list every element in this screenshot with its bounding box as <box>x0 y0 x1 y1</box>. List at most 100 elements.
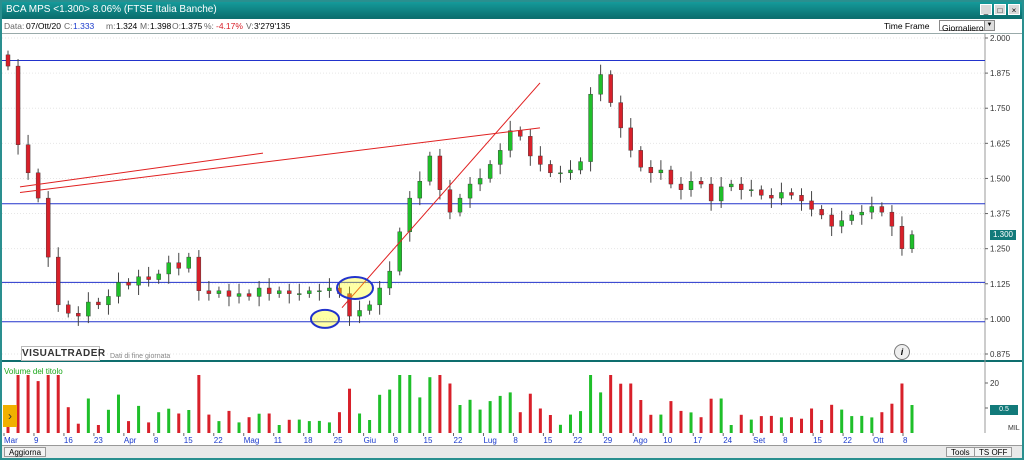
x-tick-label: 15 <box>813 436 822 445</box>
candle <box>658 169 664 174</box>
candle <box>839 220 844 227</box>
volume-bar <box>689 412 693 433</box>
volume-bar <box>739 414 743 433</box>
volume-bar <box>538 408 542 433</box>
tools-button[interactable]: Tools <box>946 447 975 457</box>
y-tick-label: 1.500 <box>990 174 1011 183</box>
volume-bar <box>287 419 291 433</box>
candle <box>186 256 192 269</box>
candle <box>698 181 704 185</box>
candle <box>317 290 322 292</box>
volume-bar <box>197 375 201 433</box>
candle <box>35 172 41 199</box>
candle <box>307 290 312 294</box>
candle <box>367 304 372 311</box>
candle <box>899 225 905 249</box>
volume-bar <box>388 389 392 433</box>
candle <box>156 273 161 280</box>
volume-bar <box>378 394 382 433</box>
volume-bar <box>187 410 191 433</box>
candle <box>769 195 774 199</box>
volume-bar <box>147 422 151 433</box>
candle <box>297 293 302 295</box>
candle <box>849 214 854 221</box>
volume-bar <box>36 381 40 433</box>
candle <box>166 262 171 275</box>
volume-bar <box>800 418 804 433</box>
candle <box>608 74 613 103</box>
candle <box>568 169 573 174</box>
x-tick-label: 29 <box>603 436 612 445</box>
volume-bar <box>719 398 723 433</box>
candle <box>809 200 814 210</box>
candle <box>216 290 222 294</box>
candle <box>277 290 282 294</box>
ts-off-button[interactable]: TS OFF <box>974 447 1013 457</box>
volume-panel-title: Volume del titolo <box>4 367 63 376</box>
volume-bar <box>649 414 653 433</box>
volume-bar <box>418 397 422 433</box>
volume-bar <box>789 417 793 433</box>
volume-bar <box>548 415 552 433</box>
x-tick-label: 15 <box>424 436 433 445</box>
play-arrow-icon[interactable]: › <box>3 405 17 427</box>
y-tick-label: 2.000 <box>990 34 1011 43</box>
volume-bar <box>337 412 341 433</box>
y-tick-label: 1.625 <box>990 139 1011 148</box>
candle <box>548 164 553 174</box>
volume-bar <box>699 417 703 433</box>
candle <box>678 183 684 190</box>
x-tick-label: 22 <box>454 436 463 445</box>
x-tick-label: 17 <box>693 436 702 445</box>
candle <box>136 276 141 286</box>
volume-bar <box>438 375 442 433</box>
candle <box>889 211 895 227</box>
volume-bar <box>558 424 562 433</box>
x-tick-label: Set <box>753 436 766 445</box>
candle <box>879 206 885 213</box>
candle <box>96 301 101 306</box>
volume-bar <box>86 398 90 433</box>
volume-bar <box>56 375 60 433</box>
volume-bar <box>579 411 583 433</box>
volume-bar <box>508 392 512 433</box>
x-tick-label: 23 <box>94 436 103 445</box>
volume-bar <box>408 375 412 433</box>
update-button[interactable]: Aggiorna <box>4 447 47 457</box>
candle <box>417 181 423 199</box>
volume-bar <box>207 414 211 433</box>
volume-bar <box>96 425 100 433</box>
volume-bar <box>589 375 593 433</box>
price-chart[interactable]: 2.000 1.875 1.750 1.625 1.500 1.375 1.250 1.125… <box>0 0 1024 460</box>
visualtrader-logo: VISUALTRADER <box>21 346 106 361</box>
bottom-toolbar: Aggiorna Tools TS OFF <box>2 445 1022 458</box>
volume-bar <box>267 413 271 433</box>
candle <box>5 54 11 67</box>
candle <box>779 192 784 199</box>
candle <box>718 186 724 202</box>
candle <box>176 262 181 269</box>
candle <box>829 214 834 227</box>
candle <box>246 293 252 297</box>
volume-bar <box>900 383 904 433</box>
candle <box>287 290 292 294</box>
data-source-note: Dati di fine giornata <box>110 353 171 360</box>
volume-bar <box>247 417 251 433</box>
candle <box>558 172 563 175</box>
x-tick-label: 8 <box>154 436 159 445</box>
price-panel-bg <box>2 34 985 360</box>
y-tick-label: 1.750 <box>990 104 1011 113</box>
volume-bar <box>850 416 854 433</box>
volume-bar <box>840 409 844 433</box>
x-tick-label: 24 <box>723 436 732 445</box>
volume-bar <box>398 375 402 433</box>
info-icon[interactable]: i <box>894 344 910 360</box>
candle <box>668 169 674 185</box>
volume-bar <box>518 412 522 433</box>
x-tick-label: Mar <box>4 436 18 445</box>
candle <box>688 181 694 190</box>
x-tick-label: 8 <box>513 436 518 445</box>
x-tick-label: 15 <box>184 436 193 445</box>
volume-bar <box>810 408 814 433</box>
x-tick-label: Lug <box>483 436 496 445</box>
